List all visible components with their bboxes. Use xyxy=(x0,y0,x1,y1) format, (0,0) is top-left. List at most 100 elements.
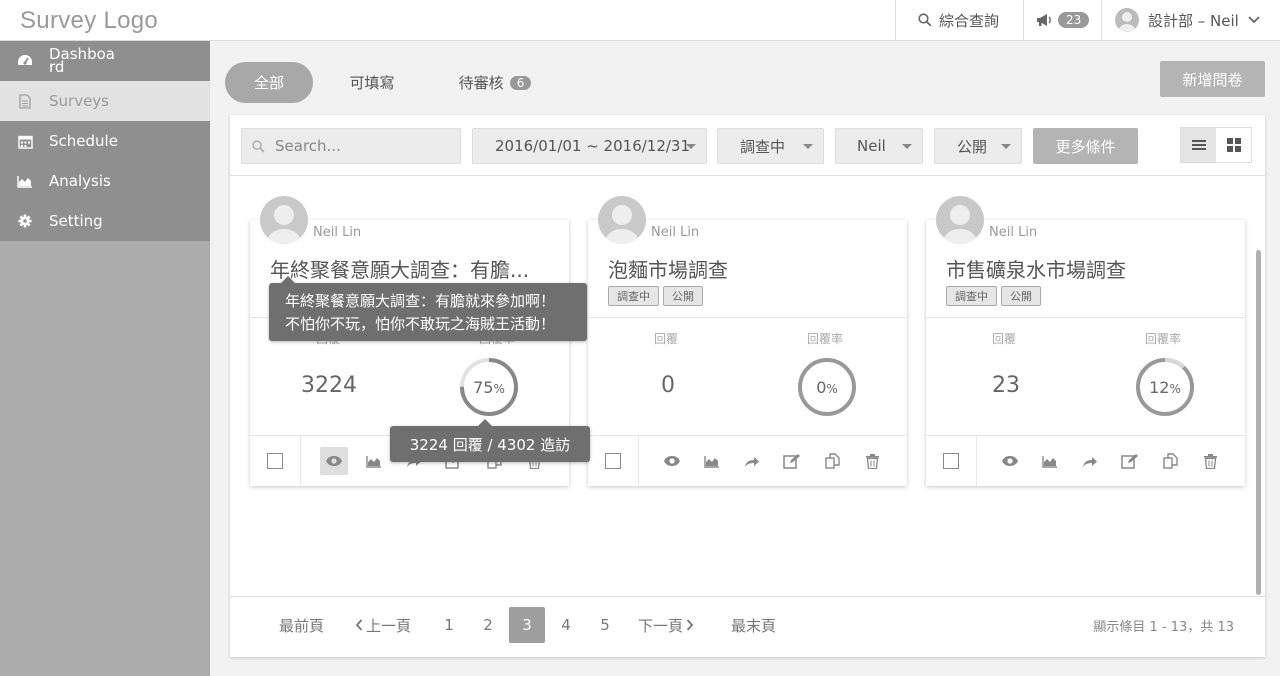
share-icon xyxy=(744,455,760,468)
sidebar-item-label: Dashboard xyxy=(49,45,115,76)
divider xyxy=(976,436,977,486)
search-input[interactable]: Search... xyxy=(241,128,461,164)
copy-button[interactable] xyxy=(1156,447,1184,475)
global-search-label: 綜合查詢 xyxy=(939,11,1000,30)
global-search-button[interactable]: 綜合查詢 xyxy=(895,0,1024,40)
replies-count: 3224 xyxy=(301,373,357,398)
title-tooltip: 年終聚餐意願大調查：有膽就來參加啊！ 不怕你不玩，怕你不敢玩之海賊王活動！ xyxy=(269,276,587,341)
divider xyxy=(300,436,301,486)
share-button[interactable] xyxy=(738,447,766,475)
tab-pending-review[interactable]: 待審核 6 xyxy=(440,62,550,103)
list-icon xyxy=(1191,139,1206,151)
share-icon xyxy=(1082,455,1098,468)
add-survey-button[interactable]: 新增問卷 xyxy=(1160,61,1265,97)
prev-page-label: 上一頁 xyxy=(366,616,412,635)
copy-button[interactable] xyxy=(818,447,846,475)
status-value: 調查中 xyxy=(740,137,786,156)
page-number-current[interactable]: 3 xyxy=(509,607,545,643)
analysis-button[interactable] xyxy=(360,447,388,475)
page-number[interactable]: 1 xyxy=(431,607,467,643)
select-checkbox[interactable] xyxy=(605,453,621,469)
visibility-badge: 公開 xyxy=(1001,286,1041,306)
megaphone-icon xyxy=(1036,13,1054,27)
survey-card[interactable]: Neil Lin 泡麵市場調查 調查中 公開 回覆 回覆率 0 0% xyxy=(588,196,907,486)
trash-icon xyxy=(1203,453,1217,469)
first-page-link[interactable]: 最前頁 xyxy=(279,607,324,643)
avatar xyxy=(1115,8,1139,32)
user-value: Neil xyxy=(857,137,886,155)
page-number[interactable]: 2 xyxy=(470,607,506,643)
user-menu[interactable]: 設計部 – Neil xyxy=(1101,0,1280,40)
search-icon xyxy=(252,139,265,153)
sidebar-item-schedule[interactable]: Schedule xyxy=(0,121,210,161)
sidebar-item-analysis[interactable]: Analysis xyxy=(0,161,210,201)
last-page-link[interactable]: 最末頁 xyxy=(731,607,776,643)
response-rate-value: 75% xyxy=(473,377,505,397)
preview-button[interactable] xyxy=(320,447,348,475)
pagination-info: 顯示條目 1 - 13，共 13 xyxy=(1093,620,1234,635)
tooltip-line: 年終聚餐意願大調查：有膽就來參加啊！ xyxy=(285,292,556,310)
divider xyxy=(926,435,1245,436)
status-badge: 調查中 xyxy=(608,286,659,306)
tab-fillable[interactable]: 可填寫 xyxy=(330,62,414,103)
user-name-label: 設計部 – Neil xyxy=(1148,11,1239,30)
app-logo[interactable]: Survey Logo xyxy=(20,7,158,35)
sidebar-item-surveys[interactable]: Surveys xyxy=(0,81,210,121)
analysis-button[interactable] xyxy=(698,447,726,475)
survey-card[interactable]: Neil Lin 市售礦泉水市場調查 調查中 公開 回覆 回覆率 23 12% xyxy=(926,196,1245,486)
response-rate-value: 0% xyxy=(816,377,838,397)
card-title[interactable]: 市售礦泉水市場調查 xyxy=(946,254,1126,283)
card-author: Neil Lin xyxy=(989,225,1038,240)
prev-page-link[interactable]: 上一頁 xyxy=(355,607,411,643)
next-page-link[interactable]: 下一頁 xyxy=(638,607,694,643)
grid-icon xyxy=(1226,138,1241,152)
area-chart-icon xyxy=(16,172,34,190)
trash-icon xyxy=(865,453,879,469)
scrollbar[interactable] xyxy=(1256,250,1261,595)
area-chart-icon xyxy=(1042,455,1058,468)
notifications-button[interactable]: 23 xyxy=(1023,0,1101,40)
date-range-select[interactable]: 2016/01/01 ~ 2016/12/31 xyxy=(472,128,707,164)
status-select[interactable]: 調查中 xyxy=(717,128,824,164)
select-checkbox[interactable] xyxy=(267,453,283,469)
divider xyxy=(588,435,907,436)
sidebar: Dashboard Surveys Schedule Analysis Sett… xyxy=(0,41,210,676)
list-view-button[interactable] xyxy=(1181,128,1216,162)
card-title[interactable]: 年終聚餐意願大調查：有膽... xyxy=(270,254,529,283)
delete-button[interactable] xyxy=(1196,447,1224,475)
avatar xyxy=(260,196,308,244)
edit-icon xyxy=(1121,453,1139,469)
preview-button[interactable] xyxy=(658,447,686,475)
card-title[interactable]: 泡麵市場調查 xyxy=(608,254,728,283)
search-placeholder: Search... xyxy=(275,137,341,155)
delete-button[interactable] xyxy=(858,447,886,475)
caret-down-icon xyxy=(686,144,696,149)
sidebar-item-dashboard[interactable]: Dashboard xyxy=(0,41,210,81)
sidebar-item-setting[interactable]: Setting xyxy=(0,201,210,241)
user-select[interactable]: Neil xyxy=(835,128,923,164)
edit-button[interactable] xyxy=(778,447,806,475)
edit-button[interactable] xyxy=(1116,447,1144,475)
more-filters-button[interactable]: 更多條件 xyxy=(1033,128,1138,164)
analysis-button[interactable] xyxy=(1036,447,1064,475)
card-tags: 調查中 公開 xyxy=(946,286,1041,306)
divider xyxy=(230,596,1265,597)
page-number[interactable]: 4 xyxy=(548,607,584,643)
select-checkbox[interactable] xyxy=(943,453,959,469)
grid-view-button[interactable] xyxy=(1216,128,1251,162)
copy-icon xyxy=(824,453,840,469)
chevron-left-icon xyxy=(355,619,363,631)
response-rate-value: 12% xyxy=(1149,377,1181,397)
chevron-down-icon xyxy=(1248,16,1260,24)
caret-down-icon xyxy=(902,144,912,149)
tab-all[interactable]: 全部 xyxy=(225,62,313,103)
eye-icon xyxy=(325,455,343,467)
status-badge: 調查中 xyxy=(946,286,997,306)
visibility-select[interactable]: 公開 xyxy=(934,128,1022,164)
gear-icon xyxy=(16,212,34,230)
share-button[interactable] xyxy=(1076,447,1104,475)
sidebar-item-label: Schedule xyxy=(49,132,118,150)
preview-button[interactable] xyxy=(996,447,1024,475)
dashboard-icon xyxy=(16,52,34,70)
page-number[interactable]: 5 xyxy=(587,607,623,643)
